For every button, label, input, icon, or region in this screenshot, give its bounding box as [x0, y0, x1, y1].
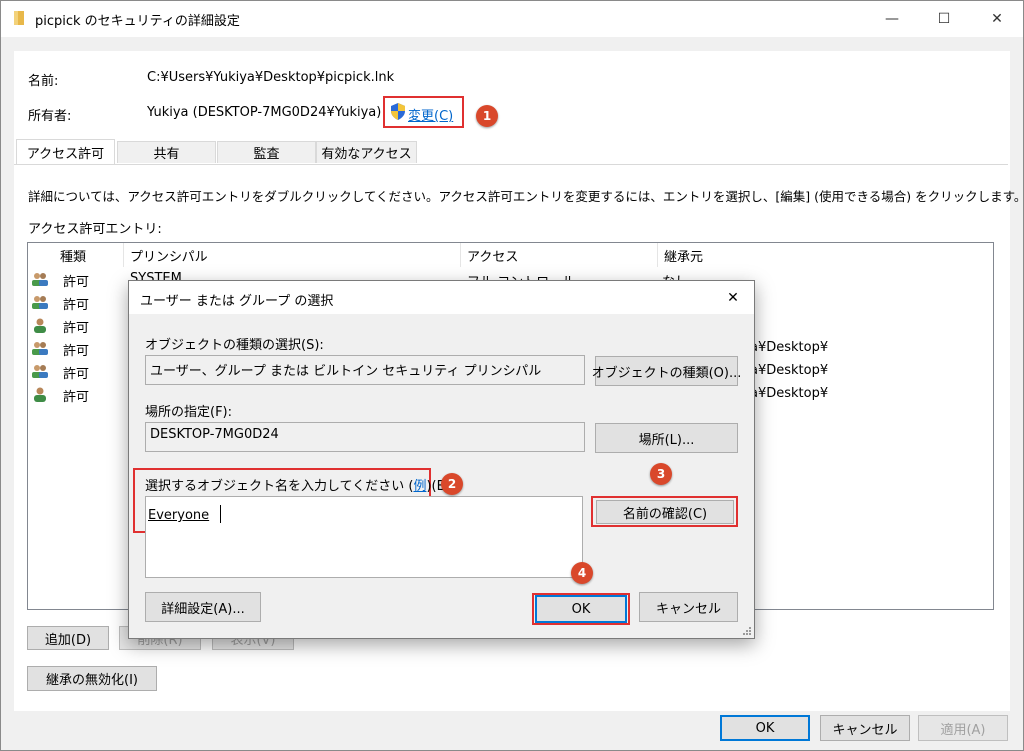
owner-value: Yukiya (DESKTOP-7MG0D24¥Yukiya)	[147, 105, 382, 120]
location-field: DESKTOP-7MG0D24	[145, 422, 585, 452]
group-icon	[32, 365, 48, 378]
name-label: 名前:	[28, 74, 59, 89]
uac-shield-icon	[391, 103, 405, 120]
column-header-type[interactable]: 種類	[54, 243, 124, 267]
minimize-icon: —	[885, 11, 899, 27]
tab-divider	[14, 164, 1008, 165]
name-value: C:¥Users¥Yukiya¥Desktop¥picpick.lnk	[147, 70, 395, 85]
column-header-access[interactable]: アクセス	[461, 243, 658, 267]
row-type: 許可	[63, 321, 90, 336]
description-text: 詳細については、アクセス許可エントリをダブルクリックしてください。アクセス許可エ…	[28, 189, 1024, 204]
select-users-groups-dialog: ユーザー または グループ の選択 ✕ オブジェクトの種類の選択(S): ユーザ…	[128, 280, 755, 639]
tab-auditing[interactable]: 監査	[217, 141, 316, 163]
row-type: 許可	[63, 275, 90, 290]
object-names-value: Everyone	[148, 508, 210, 523]
column-header-principal[interactable]: プリンシパル	[124, 243, 461, 267]
check-names-button[interactable]: 名前の確認(C)	[596, 500, 734, 524]
group-icon	[32, 296, 48, 309]
row-type: 許可	[63, 367, 90, 382]
ok-button[interactable]: OK	[720, 715, 810, 741]
examples-link[interactable]: 例	[413, 479, 426, 494]
location-label: 場所の指定(F):	[145, 405, 233, 420]
add-button[interactable]: 追加(D)	[27, 626, 109, 650]
row-type: 許可	[63, 298, 90, 313]
change-owner-link[interactable]: 変更(C)	[408, 105, 453, 124]
column-header-inherited-from[interactable]: 継承元	[658, 243, 858, 267]
group-icon	[32, 342, 48, 355]
close-icon: ✕	[727, 290, 739, 306]
title-bar: picpick のセキュリティの詳細設定 — ☐ ✕	[1, 1, 1023, 37]
row-type: 許可	[63, 390, 90, 405]
disable-inheritance-button[interactable]: 継承の無効化(I)	[27, 666, 157, 691]
annotation-badge-2: 2	[441, 473, 463, 495]
apply-button[interactable]: 適用(A)	[918, 715, 1008, 741]
cancel-button[interactable]: キャンセル	[820, 715, 910, 741]
tab-effective-access[interactable]: 有効なアクセス	[316, 141, 417, 163]
window-title: picpick のセキュリティの詳細設定	[35, 14, 240, 29]
resize-grip-icon[interactable]	[741, 625, 751, 635]
annotation-badge-3: 3	[650, 463, 672, 485]
minimize-button[interactable]: —	[869, 1, 915, 37]
maximize-icon: ☐	[937, 11, 951, 27]
close-icon: ✕	[991, 11, 1003, 27]
close-button[interactable]: ✕	[974, 1, 1020, 37]
annotation-badge-4: 4	[571, 562, 593, 584]
annotation-badge-1: 1	[476, 105, 498, 127]
user-icon	[34, 387, 46, 402]
row-inherited: a¥Desktop¥	[750, 363, 829, 378]
dialog-cancel-button[interactable]: キャンセル	[639, 592, 738, 622]
object-types-button[interactable]: オブジェクトの種類(O)...	[592, 356, 741, 386]
object-names-input[interactable]: Everyone	[145, 496, 583, 578]
row-inherited: a¥Desktop¥	[750, 386, 829, 401]
dialog-ok-button[interactable]: OK	[535, 595, 627, 623]
user-icon	[34, 318, 46, 333]
locations-button[interactable]: 場所(L)...	[595, 423, 738, 453]
dialog-title: ユーザー または グループ の選択	[140, 294, 334, 309]
tab-permissions[interactable]: アクセス許可	[16, 139, 115, 165]
enter-names-label: 選択するオブジェクト名を入力してください (例)(E):	[145, 479, 454, 494]
maximize-button[interactable]: ☐	[921, 1, 967, 37]
entries-label: アクセス許可エントリ:	[28, 222, 162, 237]
text-cursor	[220, 505, 221, 523]
object-type-label: オブジェクトの種類の選択(S):	[145, 338, 324, 353]
row-type: 許可	[63, 344, 90, 359]
dialog-title-bar: ユーザー または グループ の選択 ✕	[129, 281, 754, 314]
group-icon	[32, 273, 48, 286]
shortcut-file-icon	[14, 11, 24, 25]
object-type-field: ユーザー、グループ または ビルトイン セキュリティ プリンシパル	[145, 355, 585, 385]
tab-sharing[interactable]: 共有	[117, 141, 216, 163]
advanced-button[interactable]: 詳細設定(A)...	[145, 592, 261, 622]
row-inherited: a¥Desktop¥	[750, 340, 829, 355]
owner-label: 所有者:	[28, 109, 72, 124]
dialog-close-button[interactable]: ✕	[721, 287, 745, 309]
